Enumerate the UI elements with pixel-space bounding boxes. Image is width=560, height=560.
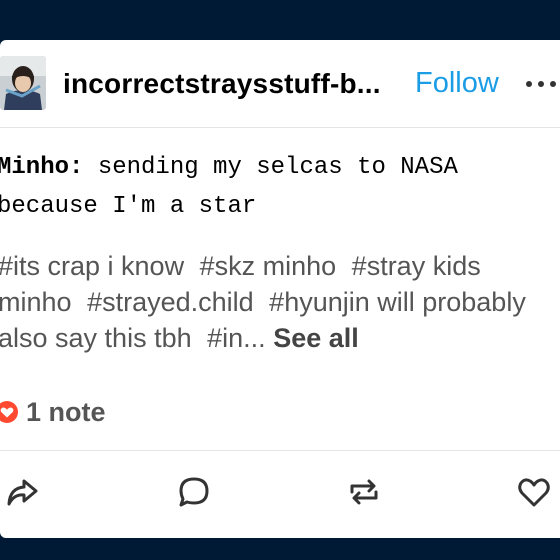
divider: [0, 450, 560, 451]
more-icon[interactable]: [524, 68, 560, 98]
reply-icon[interactable]: [176, 474, 212, 510]
tag[interactable]: #skz minho: [200, 251, 337, 281]
post-line-1-text: sending my selcas to NASA: [83, 154, 458, 181]
tag-list: #its crap i know #skz minho #stray kids …: [0, 248, 560, 356]
blog-name[interactable]: incorrectstraysstuff-b...: [63, 68, 381, 100]
action-bar: [0, 470, 560, 514]
reblog-icon[interactable]: [346, 474, 382, 510]
post-line-2: because I'm a star: [0, 193, 257, 220]
post-header: incorrectstraysstuff-b... Follow: [0, 40, 560, 128]
follow-button[interactable]: Follow: [415, 67, 499, 100]
tag[interactable]: #in...: [207, 323, 266, 353]
avatar[interactable]: [0, 56, 46, 110]
tag[interactable]: #its crap i know: [0, 251, 184, 281]
post-card: incorrectstraysstuff-b... Follow Minho: …: [0, 40, 560, 538]
tag[interactable]: #strayed.child: [87, 287, 254, 317]
see-all-link[interactable]: See all: [273, 323, 359, 353]
notes-row[interactable]: 1 note: [0, 395, 106, 429]
post-line-1: Minho: sending my selcas to NASA: [0, 148, 557, 187]
speaker-label: Minho:: [0, 154, 84, 181]
post-body: Minho: sending my selcas to NASA because…: [0, 148, 557, 226]
notes-count: 1 note: [26, 396, 106, 427]
like-icon[interactable]: [516, 474, 552, 510]
heart-badge-icon: [0, 401, 18, 423]
share-icon[interactable]: [4, 474, 40, 510]
